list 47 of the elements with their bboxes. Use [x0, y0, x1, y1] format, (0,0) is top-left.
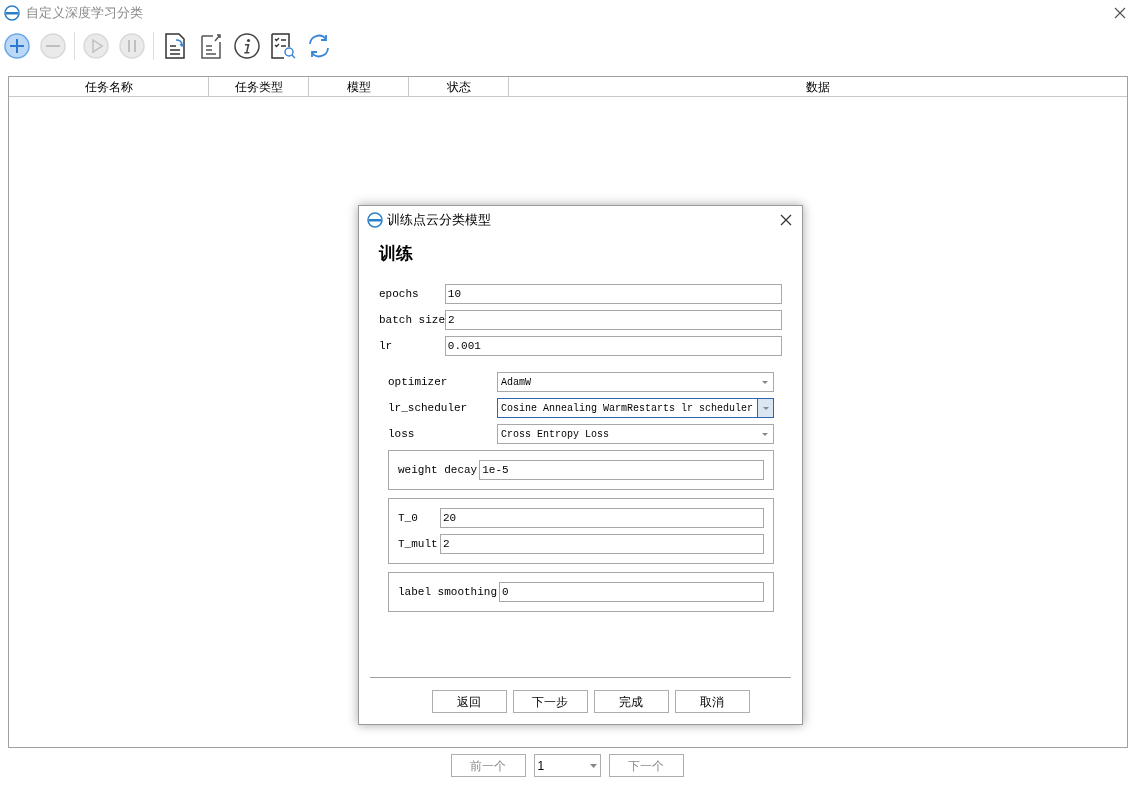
- checklist-search-icon[interactable]: [268, 31, 298, 61]
- add-icon[interactable]: [2, 31, 32, 61]
- close-icon[interactable]: [780, 214, 792, 226]
- dialog-button[interactable]: 下一步: [512, 690, 588, 713]
- dropdown-button[interactable]: [757, 399, 773, 417]
- column-header: 模型: [309, 77, 409, 96]
- column-header: 任务类型: [209, 77, 309, 96]
- field-label: label smoothing: [398, 584, 498, 600]
- input-field[interactable]: 0: [499, 582, 764, 602]
- field-label: T_mult: [398, 536, 438, 552]
- input-field[interactable]: 0.001: [444, 336, 782, 356]
- input-field[interactable]: 1e-5: [479, 460, 764, 480]
- window-title: 自定义深度学习分类: [26, 4, 143, 23]
- logo-icon: [4, 5, 20, 21]
- dropdown-arrow-icon: [762, 432, 768, 436]
- field-label: batch size: [379, 312, 445, 328]
- dropdown[interactable]: AdamW: [497, 372, 774, 392]
- dropdown-arrow-icon: [762, 406, 769, 410]
- combo-label: optimizer: [388, 374, 449, 390]
- logo-icon: [367, 212, 383, 228]
- field-label: T_0: [398, 510, 419, 526]
- dropdown[interactable]: Cross Entropy Loss: [497, 424, 774, 444]
- dialog-button[interactable]: 完成: [593, 690, 669, 713]
- input-field[interactable]: 10: [444, 284, 782, 304]
- column-header: 数据: [805, 78, 831, 96]
- dialog-button[interactable]: 返回: [431, 690, 507, 713]
- field-label: lr: [379, 338, 394, 354]
- input-field[interactable]: 2: [440, 534, 764, 554]
- close-icon[interactable]: [1114, 7, 1126, 19]
- dropdown[interactable]: Cosine Annealing WarmRestarts lr scheduler: [497, 398, 774, 418]
- combo-label: lr_scheduler: [388, 400, 469, 416]
- input-field[interactable]: 20: [440, 508, 764, 528]
- column-header: 任务名称: [9, 77, 209, 96]
- field-label: weight decay: [398, 462, 478, 478]
- combo-label: loss: [388, 426, 416, 442]
- input-field[interactable]: 2: [445, 310, 782, 330]
- page-dropdown[interactable]: 1: [533, 754, 601, 777]
- next-button[interactable]: 下一个: [608, 754, 684, 777]
- dialog-title: 训练点云分类模型: [387, 211, 491, 230]
- field-label: epochs: [379, 286, 420, 302]
- dialog-button[interactable]: 取消: [674, 690, 750, 713]
- dropdown-arrow-icon: [762, 380, 768, 384]
- column-header: 状态: [409, 77, 509, 96]
- section-heading: 训练: [379, 244, 414, 266]
- dropdown-arrow-icon: [589, 763, 597, 768]
- info-icon[interactable]: [232, 31, 262, 61]
- previous-button[interactable]: 前一个: [450, 754, 526, 777]
